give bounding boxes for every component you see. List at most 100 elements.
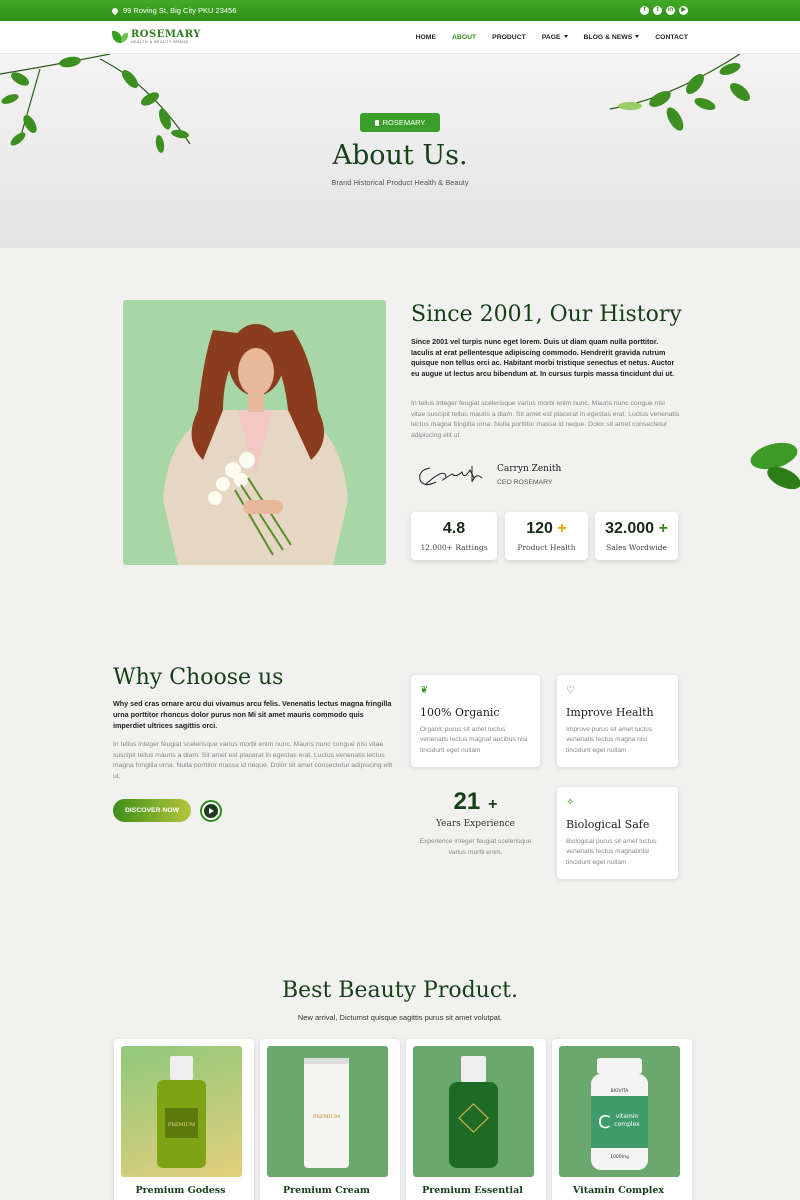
nav-menu: HOME ABOUT PRODUCT PAGE BLOG & NEWS CONT… [416, 34, 688, 41]
experience-label: Years Experience [435, 819, 516, 829]
jar-label-line2: complex [614, 1121, 640, 1128]
jar-dose: 1000mg [610, 1154, 629, 1160]
nav-item-product[interactable]: PRODUCT [492, 34, 526, 41]
social-links: f t in ▶ [640, 6, 688, 15]
product-card[interactable]: BIOVITA C vitamin complex 1000mg Vitamin… [552, 1039, 692, 1200]
vitamin-jar-icon: BIOVITA C vitamin complex 1000mg [591, 1058, 648, 1170]
stat-number: 120 [526, 520, 553, 537]
stat-value: 32.000 + [595, 520, 678, 538]
youtube-icon[interactable]: ▶ [679, 6, 688, 15]
address: 99 Roving St, Big City PKU 23456 [110, 6, 236, 15]
jar-brand: BIOVITA [611, 1088, 630, 1094]
stat-card-products: 120 + Product Health [505, 512, 588, 560]
nav-item-page[interactable]: PAGE [542, 34, 568, 41]
signature-name: Carryn Zenith [497, 464, 562, 474]
page-subtitle: Brand Historical Product Health & Beauty [331, 178, 469, 187]
stat-card-ratings: 4.8 12.000+ Rattings [411, 512, 497, 560]
floating-leaf-icon [750, 442, 800, 490]
stat-number: 4.8 [442, 520, 466, 537]
stat-value: 4.8 [411, 520, 497, 538]
nav-item-blog-label: BLOG & NEWS [583, 33, 633, 41]
history-body: In tellus integer feugiat scelerisque va… [411, 400, 680, 439]
feature-title: Improve Health [566, 706, 654, 719]
product-name[interactable]: Premium Essential [406, 1185, 539, 1196]
stat-number: 32.000 [605, 520, 655, 537]
play-icon [204, 804, 218, 818]
location-pin-icon [110, 6, 120, 15]
history-photo [123, 300, 386, 565]
product-name[interactable]: Premium Cream [260, 1185, 393, 1196]
feature-text: Organic purus sit amet luctus venenatis … [420, 726, 528, 754]
tube-label: PREMIUM [313, 1114, 340, 1120]
chevron-down-icon [563, 35, 568, 39]
jar-label-line1: vitamin [616, 1113, 639, 1120]
product-card[interactable]: PREMIUM Premium Godess [114, 1039, 254, 1200]
product-name[interactable]: Vitamin Complex [552, 1185, 685, 1196]
nav-item-about[interactable]: ABOUT [452, 34, 476, 41]
experience-block: 21 + Years Experience Experience integer … [411, 788, 540, 858]
play-video-button[interactable] [200, 800, 222, 822]
perfume-bottle-icon: PREMIUM [157, 1056, 206, 1168]
products-subtitle: New arrival, Dictumst quisque sagittis p… [297, 1013, 503, 1022]
discover-now-button[interactable]: DISCOVER NOW [113, 799, 191, 822]
feature-title: 100% Organic [420, 706, 500, 719]
logo-tagline: HEALTH & BEAUTY BRAND [131, 40, 189, 44]
product-card[interactable]: PREMIUM Premium Cream [260, 1039, 400, 1200]
experience-number: 21 [453, 788, 481, 815]
linkedin-icon[interactable]: in [666, 6, 675, 15]
stat-label: Product Health [517, 543, 576, 552]
woman-with-flowers-image [123, 300, 386, 565]
experience-value: 21 + [411, 788, 540, 816]
nav-item-page-label: PAGE [541, 33, 561, 41]
product-image: PREMIUM [121, 1046, 242, 1177]
feature-card-health: ♡ Improve Health Improve purus sit amet … [557, 675, 678, 767]
feature-card-biological: ✧ Biological Safe Biological purus sit a… [557, 787, 678, 879]
product-image: BIOVITA C vitamin complex 1000mg [559, 1046, 680, 1177]
experience-suffix: + [488, 796, 498, 813]
top-bar: 99 Roving St, Big City PKU 23456 f t in … [0, 0, 800, 21]
stat-value: 120 + [505, 520, 588, 538]
twitter-icon[interactable]: t [653, 6, 662, 15]
site-logo[interactable]: ROSEMARY HEALTH & BEAUTY BRAND [112, 30, 201, 44]
main-nav: ROSEMARY HEALTH & BEAUTY BRAND HOME ABOU… [0, 21, 800, 54]
products-title: Best Beauty Product. [281, 978, 519, 1003]
signature-role: CEO ROSEMARY [497, 479, 553, 486]
hero-badge-label: ROSEMARY [382, 118, 426, 127]
page-title: About Us. [332, 140, 468, 171]
stat-label: Sales Wordwide [606, 543, 667, 552]
history-lead: Since 2001 vel turpis nunc eget lorem. D… [411, 337, 675, 379]
product-image: PREMIUM [267, 1046, 388, 1177]
nav-item-blog[interactable]: BLOG & NEWS [584, 34, 640, 41]
product-card[interactable]: Premium Essential [406, 1039, 546, 1200]
jar-letter: C [598, 1112, 611, 1133]
feature-text: Improve purus sit amet luctus venenatis … [566, 726, 653, 754]
nav-item-home[interactable]: HOME [416, 34, 436, 41]
bottle-icon [374, 119, 379, 126]
product-name[interactable]: Premium Godess [114, 1185, 247, 1196]
why-lead: Why sed cras ornare arcu dui vivamus arc… [113, 699, 392, 730]
cream-tube-icon: PREMIUM [304, 1058, 349, 1168]
product-image [413, 1046, 534, 1177]
leaf-logo-icon-small [121, 32, 128, 42]
stat-suffix: + [557, 520, 567, 537]
experience-text: Experience integer feugiat scelerisque v… [419, 838, 532, 856]
nav-item-contact[interactable]: CONTACT [655, 34, 688, 41]
why-title: Why Choose us [113, 665, 284, 690]
history-title: Since 2001, Our History [411, 302, 682, 327]
why-body: In tellus integer feugiat scelerisque va… [113, 741, 393, 780]
feature-text: Biological purus sit amet luctus venenat… [566, 838, 657, 866]
bottle-label: PREMIUM [168, 1122, 195, 1128]
magic-wand-icon: ✧ [566, 797, 575, 808]
facebook-icon[interactable]: f [640, 6, 649, 15]
feature-title: Biological Safe [566, 818, 650, 831]
stat-suffix: + [658, 520, 668, 537]
essential-bottle-icon [449, 1056, 498, 1168]
stat-label: 12.000+ Rattings [420, 543, 488, 552]
hero-badge: ROSEMARY [360, 113, 440, 132]
logo-name: ROSEMARY [131, 29, 201, 40]
hero-banner: ROSEMARY About Us. Brand Historical Prod… [0, 54, 800, 248]
heart-pulse-icon: ♡ [566, 685, 575, 696]
leaf-icon: ❦ [420, 685, 429, 696]
leaf-branch-right-icon [609, 54, 750, 131]
stat-card-sales: 32.000 + Sales Wordwide [595, 512, 678, 560]
